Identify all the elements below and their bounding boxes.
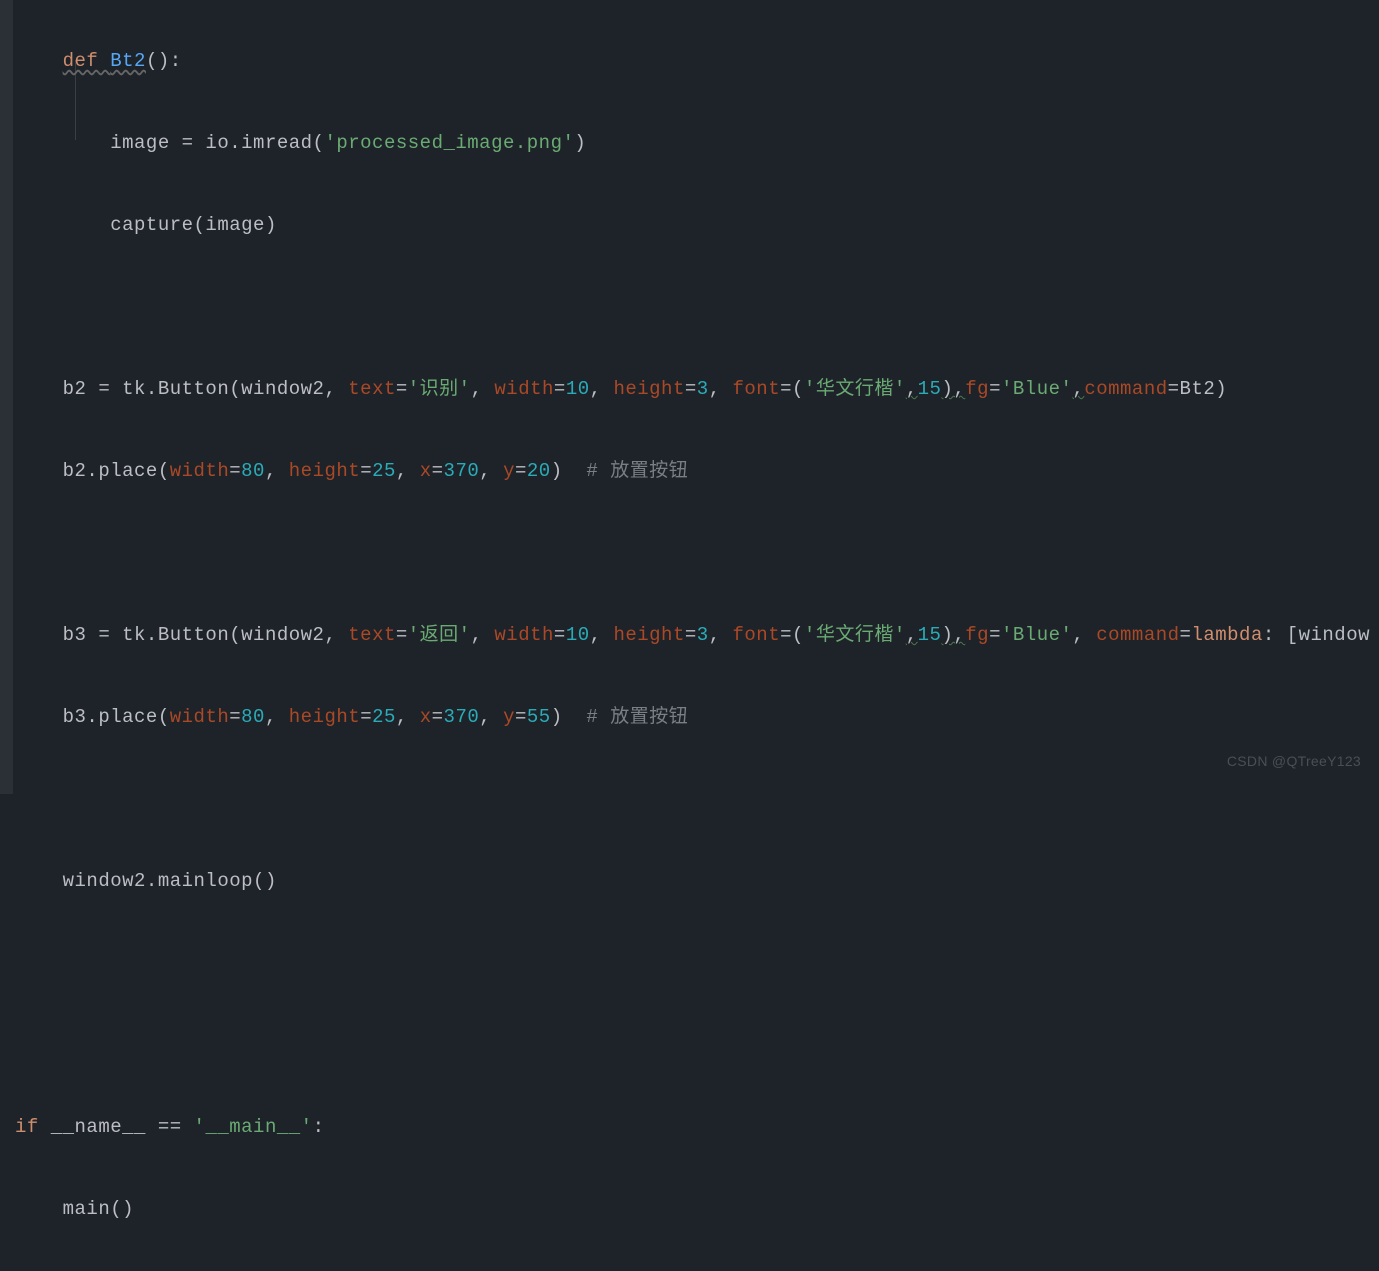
code-line-blank[interactable]	[15, 1025, 1370, 1066]
number: 3	[697, 624, 709, 646]
code-line[interactable]: main()	[15, 1189, 1370, 1230]
string-literal: '__main__'	[194, 1116, 313, 1138]
kwarg: text	[348, 624, 396, 646]
kwarg: height	[613, 624, 684, 646]
watermark: CSDN @QTreeY123	[1227, 741, 1361, 782]
string-literal: 'Blue'	[1001, 624, 1072, 646]
code-text: image = io.imread(	[110, 132, 324, 154]
code-line-blank[interactable]	[15, 533, 1370, 574]
number: 10	[566, 624, 590, 646]
kwarg: command	[1084, 378, 1167, 400]
comment: # 放置按钮	[586, 460, 688, 482]
gutter	[0, 0, 13, 794]
string-literal: '华文行楷'	[804, 624, 906, 646]
string-literal: '华文行楷'	[804, 378, 906, 400]
code-line[interactable]: if __name__ == '__main__':	[15, 1107, 1370, 1148]
number: 15	[918, 378, 942, 400]
code-line-blank[interactable]	[15, 779, 1370, 820]
kwarg: text	[348, 378, 396, 400]
kwarg: x	[420, 460, 432, 482]
kwarg: height	[289, 460, 360, 482]
string-literal: '识别'	[408, 378, 471, 400]
number: 3	[697, 378, 709, 400]
kwarg: fg	[965, 624, 989, 646]
code-line[interactable]: capture(image)	[15, 205, 1370, 246]
code-text: b3.place(	[63, 706, 170, 728]
kwarg: height	[613, 378, 684, 400]
code-editor[interactable]: def Bt2(): image = io.imread('processed_…	[15, 0, 1370, 1271]
code-line[interactable]: def Bt2():	[15, 41, 1370, 82]
number: 15	[918, 624, 942, 646]
code-text: capture(image)	[110, 214, 277, 236]
code-line[interactable]: b3.place(width=80, height=25, x=370, y=5…	[15, 697, 1370, 738]
code-text: b2.place(	[63, 460, 170, 482]
string-literal: '返回'	[408, 624, 471, 646]
code-text: __name__ ==	[39, 1116, 194, 1138]
code-text: window2.mainloop()	[63, 870, 277, 892]
code-text: main()	[63, 1198, 134, 1220]
code-line-blank[interactable]	[15, 287, 1370, 328]
code-line[interactable]: b2.place(width=80, height=25, x=370, y=2…	[15, 451, 1370, 492]
kwarg: font	[733, 624, 781, 646]
code-text: b2 = tk.Button(window2,	[63, 378, 349, 400]
code-line[interactable]: window2.mainloop()	[15, 861, 1370, 902]
number: 80	[241, 706, 265, 728]
code-line[interactable]: image = io.imread('processed_image.png')	[15, 123, 1370, 164]
number: 370	[444, 460, 480, 482]
code-line[interactable]: b3 = tk.Button(window2, text='返回', width…	[15, 615, 1370, 656]
kwarg: width	[170, 460, 230, 482]
kwarg: width	[170, 706, 230, 728]
code-text: b3 = tk.Button(window2,	[63, 624, 349, 646]
kwarg: command	[1096, 624, 1179, 646]
kwarg: font	[733, 378, 781, 400]
comment: # 放置按钮	[586, 706, 688, 728]
parens: ():	[146, 50, 182, 72]
string-literal: 'Blue'	[1001, 378, 1072, 400]
kwarg: y	[503, 706, 515, 728]
number: 370	[444, 706, 480, 728]
kwarg: fg	[965, 378, 989, 400]
number: 55	[527, 706, 551, 728]
kwarg: x	[420, 706, 432, 728]
number: 25	[372, 706, 396, 728]
string-literal: 'processed_image.png'	[324, 132, 574, 154]
number: 25	[372, 460, 396, 482]
kwarg: width	[494, 624, 554, 646]
code-line[interactable]: b2 = tk.Button(window2, text='识别', width…	[15, 369, 1370, 410]
keyword-lambda: lambda	[1191, 624, 1262, 646]
number: 10	[566, 378, 590, 400]
kwarg: width	[494, 378, 554, 400]
func-name: Bt2	[110, 50, 146, 72]
number: 80	[241, 460, 265, 482]
code-line-blank[interactable]	[15, 943, 1370, 984]
number: 20	[527, 460, 551, 482]
kwarg: y	[503, 460, 515, 482]
keyword-if: if	[15, 1116, 39, 1138]
keyword-def: def	[63, 50, 99, 72]
kwarg: height	[289, 706, 360, 728]
